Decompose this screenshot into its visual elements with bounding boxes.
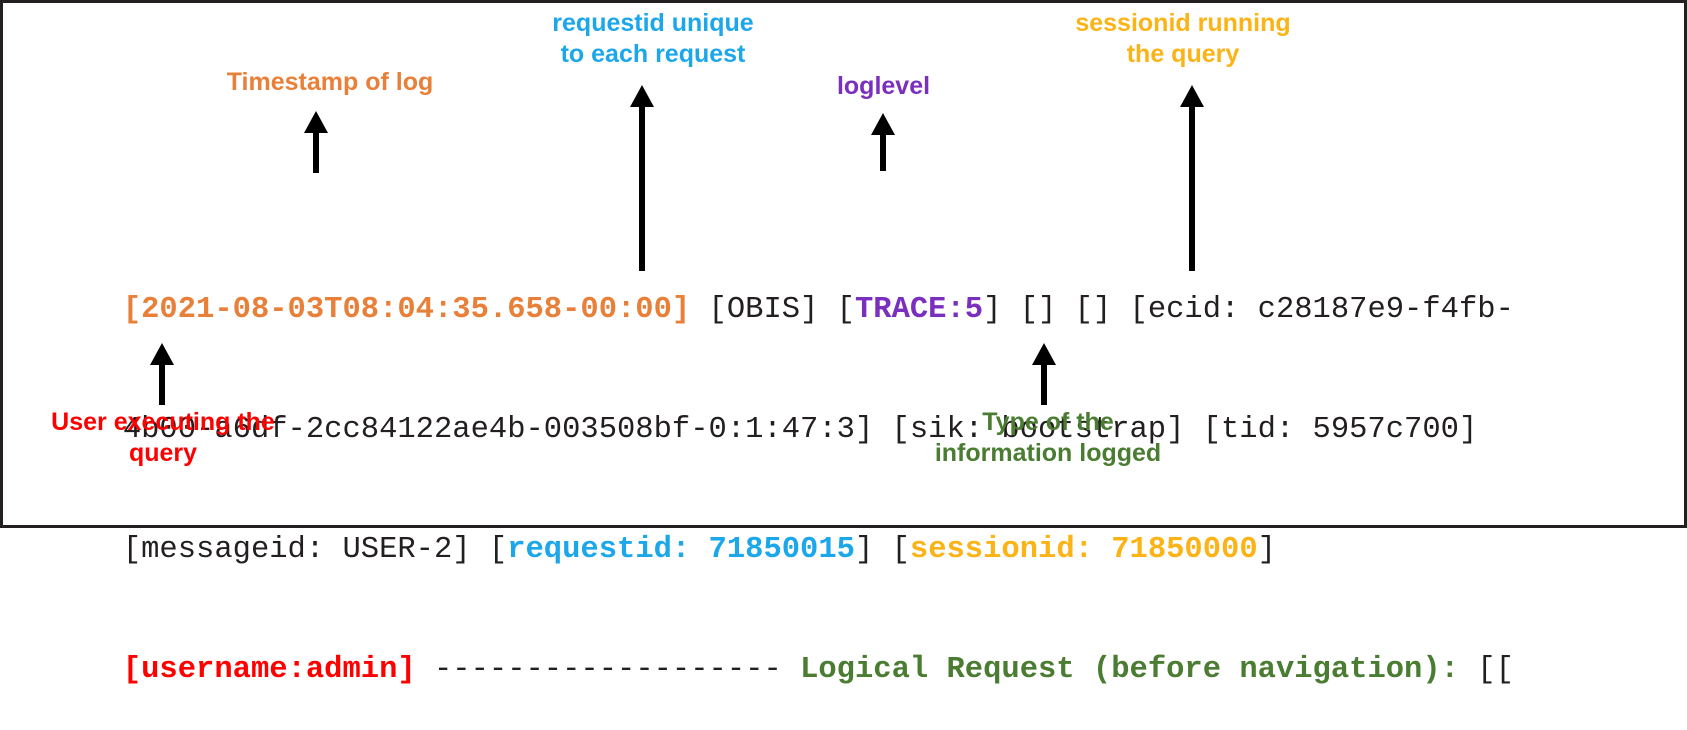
log-timestamp: [2021-08-03T08:04:35.658-00:00]: [122, 293, 691, 327]
log-line-4: [username:admin] ------------------- Log…: [13, 610, 1683, 687]
log-sep-1: ] [: [854, 533, 910, 567]
arrow-up-icon-loglevel: [870, 113, 896, 171]
annotation-sessionid-label: sessionid running the query: [1075, 9, 1291, 68]
log-line-3: [messageid: USER-2] [requestid: 71850015…: [13, 490, 1683, 567]
log-line-1: [2021-08-03T08:04:35.658-00:00] [OBIS] […: [13, 250, 1683, 327]
arrow-up-icon-username: [149, 343, 175, 405]
log-ecid-part1: ] [] [] [ecid: c28187e9-f4fb-: [983, 293, 1514, 327]
log-annotation-figure: [2021-08-03T08:04:35.658-00:00] [OBIS] […: [0, 0, 1687, 687]
log-divider-dashes: -------------------: [415, 653, 801, 687]
arrow-up-icon-sessionid: [1179, 85, 1205, 271]
log-payload-start: [[: [1458, 653, 1514, 687]
annotation-requestid-label: requestid unique to each request: [552, 9, 754, 68]
annotation-loglevel-label: loglevel: [836, 72, 931, 100]
log-username: [username:admin]: [122, 653, 416, 687]
log-line-2: 4b00-a6df-2cc84122ae4b-003508bf-0:1:47:3…: [13, 370, 1683, 447]
log-ecid-part2: 4b00-a6df-2cc84122ae4b-003508bf-0:1:47:3…: [122, 413, 1478, 447]
log-component: [OBIS] [: [690, 293, 855, 327]
annotation-logtype-label: Type of the information logged: [934, 408, 1162, 467]
log-messageid: [messageid: USER-2] [: [122, 533, 508, 567]
arrow-up-icon-timestamp: [303, 111, 329, 173]
arrow-up-icon-requestid: [629, 85, 655, 271]
log-loglevel: TRACE:5: [854, 293, 984, 327]
log-sep-2: ]: [1257, 533, 1276, 567]
log-sessionid: sessionid: 71850000: [909, 533, 1258, 567]
log-type: Logical Request (before navigation):: [800, 653, 1459, 687]
arrow-up-icon-logtype: [1031, 343, 1057, 405]
log-requestid: requestid: 71850015: [507, 533, 855, 567]
annotation-timestamp-label: Timestamp of log: [226, 68, 434, 96]
annotation-username-label: User executing the query: [51, 408, 275, 467]
